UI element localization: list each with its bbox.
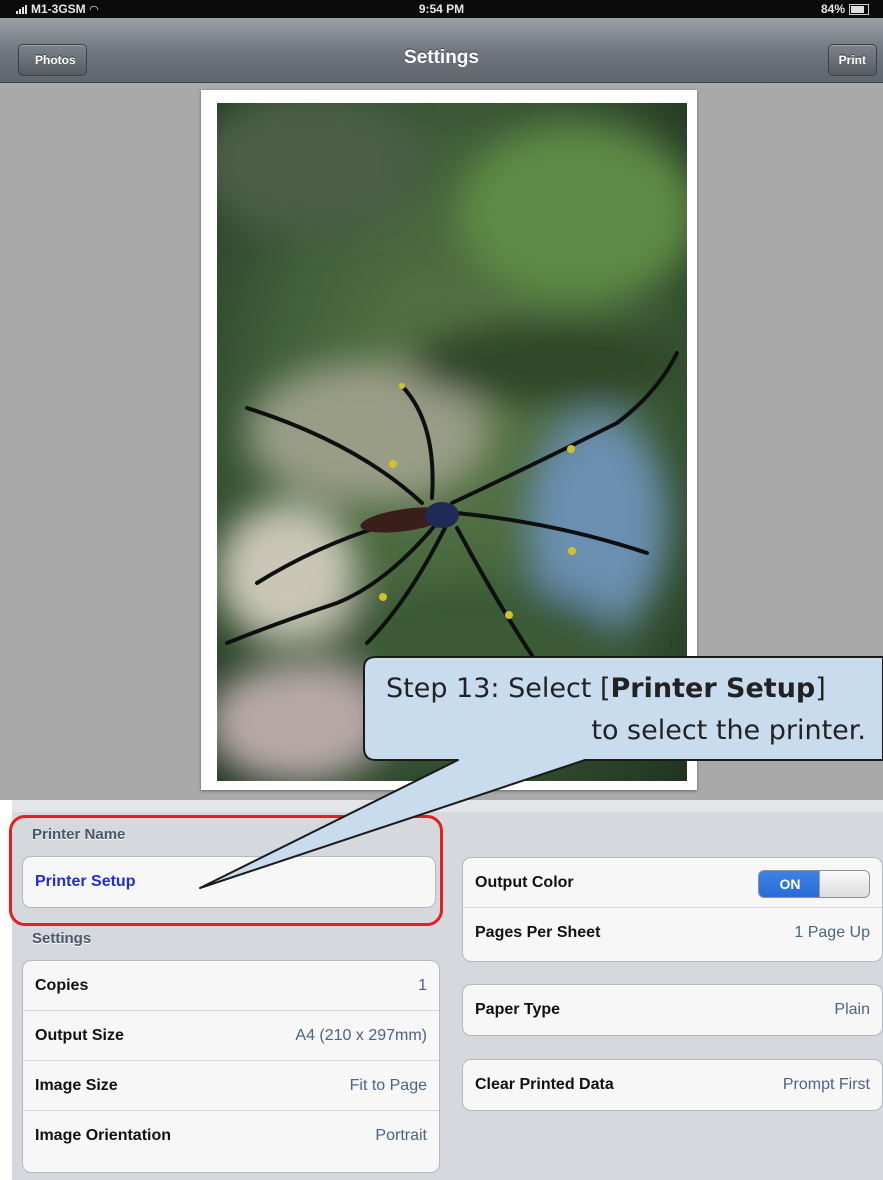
image-size-value: Fit to Page: [349, 1077, 427, 1094]
toggle-on-label: ON: [759, 871, 821, 897]
copies-value: 1: [418, 977, 427, 994]
page-title: Settings: [404, 47, 479, 68]
image-orientation-row[interactable]: Image Orientation Portrait: [23, 1110, 439, 1160]
output-settings-group: Output Color ON Pages Per Sheet 1 Page U…: [462, 857, 883, 962]
copies-label: Copies: [35, 977, 89, 994]
callout-line-1: Step 13: Select [Printer Setup]: [386, 673, 826, 704]
clear-data-group: Clear Printed Data Prompt First: [462, 1059, 883, 1111]
print-button[interactable]: Print: [827, 44, 877, 76]
pages-per-sheet-row[interactable]: Pages Per Sheet 1 Page Up: [463, 907, 882, 957]
navigation-bar: Settings Photos Print: [0, 18, 883, 83]
divider: [12, 800, 883, 812]
image-size-row[interactable]: Image Size Fit to Page: [23, 1060, 439, 1110]
paper-type-label: Paper Type: [475, 1001, 561, 1018]
paper-type-value: Plain: [834, 1001, 870, 1018]
photos-back-button[interactable]: Photos: [18, 44, 87, 76]
printer-setup-highlight: [9, 815, 443, 926]
settings-header: Settings: [32, 930, 92, 947]
output-color-row: Output Color ON: [463, 858, 882, 907]
output-color-toggle[interactable]: ON: [758, 870, 870, 898]
settings-group: Copies 1 Output Size A4 (210 x 297mm) Im…: [22, 960, 440, 1173]
pages-per-sheet-value: 1 Page Up: [794, 924, 870, 941]
output-size-value: A4 (210 x 297mm): [295, 1027, 427, 1044]
image-orientation-value: Portrait: [375, 1127, 427, 1144]
clear-printed-data-row[interactable]: Clear Printed Data Prompt First: [463, 1060, 882, 1109]
status-bar: M1-3GSM ◠ 9:54 PM 84%: [0, 0, 883, 18]
toggle-knob: [819, 871, 869, 897]
output-size-label: Output Size: [35, 1027, 124, 1044]
callout-line-2: to select the printer.: [591, 715, 866, 746]
clear-printed-data-value: Prompt First: [782, 1076, 870, 1093]
battery-percent: 84%: [820, 2, 845, 16]
battery-icon: [849, 3, 869, 15]
copies-row[interactable]: Copies 1: [23, 961, 439, 1010]
paper-type-group: Paper Type Plain: [462, 984, 883, 1036]
clear-printed-data-label: Clear Printed Data: [475, 1076, 614, 1093]
output-color-label: Output Color: [475, 874, 574, 891]
output-size-row[interactable]: Output Size A4 (210 x 297mm): [23, 1010, 439, 1060]
pages-per-sheet-label: Pages Per Sheet: [475, 924, 601, 941]
battery-info: 84%: [821, 2, 869, 16]
image-orientation-label: Image Orientation: [35, 1127, 172, 1144]
callout-text: Step 13: Select [Printer Setup] to selec…: [368, 668, 878, 752]
image-size-label: Image Size: [35, 1077, 118, 1094]
paper-type-row[interactable]: Paper Type Plain: [463, 985, 882, 1034]
status-time: 9:54 PM: [418, 2, 465, 16]
